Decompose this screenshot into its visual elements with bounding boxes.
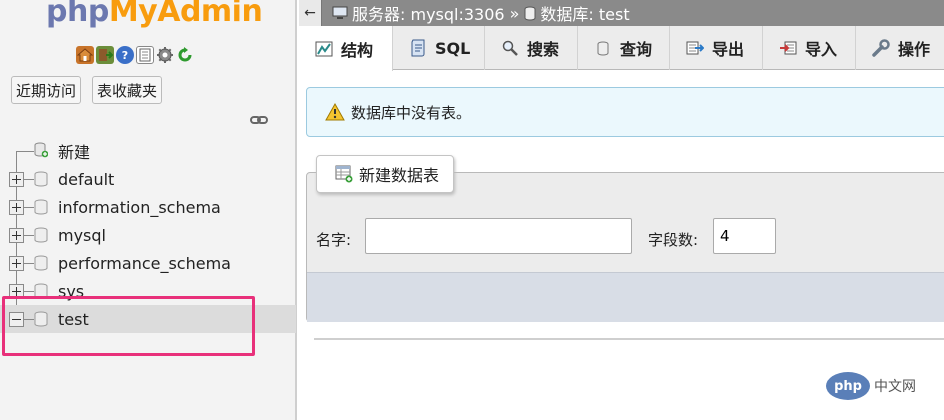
breadcrumb-database-label: 数据库: test [540,5,630,24]
notice-box: 数据库中没有表。 [306,87,944,137]
new-table-icon [335,165,353,183]
tree-item-default[interactable]: default [0,165,296,193]
tree-item-performance-schema[interactable]: performance_schema [0,249,296,277]
create-table-form: 名字: 字段数: [306,216,944,268]
tree-item-mysql[interactable]: mysql [0,221,296,249]
breadcrumb-separator: » [509,3,520,23]
tab-import[interactable]: 导入 [763,26,856,70]
server-icon [332,6,348,19]
favorite-tables-button[interactable]: 表收藏夹 [92,76,163,104]
tree-item-label: 新建 [58,143,91,162]
expand-icon[interactable] [9,228,24,243]
reload-icon[interactable] [176,46,194,64]
logo-php-text: php [46,0,109,29]
logo-myadmin-text: MyAdmin [108,0,263,29]
settings-icon[interactable] [156,46,174,64]
tree-item-label: default [58,169,115,189]
database-icon [34,199,48,215]
help-icon[interactable]: ? [116,46,134,64]
table-name-label: 名字: [316,231,352,249]
tree-item-label: information_schema [58,197,221,217]
database-icon [34,227,48,243]
query-icon [594,39,612,57]
divider [314,338,944,340]
operations-icon [872,39,890,57]
breadcrumb-server[interactable]: 服务器: mysql:3306 [332,1,505,25]
tab-bar: 结构 SQL 搜索 查询 导出 导入 操作 [299,26,944,71]
watermark-text: 中文网 [874,379,916,395]
tree-item-label: mysql [58,225,106,245]
warning-icon [325,103,345,121]
tab-label: 搜索 [527,40,560,59]
home-icon[interactable] [76,46,94,64]
tree-item-new[interactable]: 新建 [0,137,296,165]
expand-icon[interactable] [9,172,24,187]
tab-search[interactable]: 搜索 [485,26,578,70]
database-icon [34,171,48,187]
create-table-title: 新建数据表 [359,166,440,185]
column-count-label: 字段数: [648,231,699,249]
breadcrumb-bar: ← 服务器: mysql:3306 » 数据库: test [299,0,944,26]
column-count-input[interactable] [713,218,776,254]
new-database-icon [34,142,48,158]
tab-label: SQL [435,38,471,58]
sql-icon [409,39,427,57]
tab-label: 操作 [898,40,931,59]
tab-operations[interactable]: 操作 [856,26,944,70]
tab-label: 查询 [620,40,653,59]
search-icon [501,39,519,57]
watermark-logo: php [826,372,870,400]
recent-tables-button[interactable]: 近期访问 [11,76,82,104]
tree-item-information-schema[interactable]: information_schema [0,193,296,221]
annotation-highlight-box [2,296,255,356]
structure-icon [315,40,333,58]
watermark: php 中文网 [826,372,916,400]
tab-export[interactable]: 导出 [670,26,763,70]
breadcrumb-server-label: 服务器: mysql:3306 [352,5,505,24]
nav-icon-bar: ? [76,46,194,64]
import-icon [779,39,797,57]
collapse-nav-button[interactable]: ← [299,0,322,26]
tab-label: 导出 [712,40,745,59]
tree-connector [16,151,34,152]
create-table-legend[interactable]: 新建数据表 [316,155,454,193]
database-icon [34,255,48,271]
docs-icon[interactable] [136,46,154,64]
expand-icon[interactable] [9,256,24,271]
tab-query[interactable]: 查询 [578,26,670,70]
tab-structure[interactable]: 结构 [299,26,393,71]
notice-text: 数据库中没有表。 [351,103,472,122]
tree-item-label: performance_schema [58,253,231,273]
exit-icon[interactable] [96,46,114,64]
export-icon [686,39,704,57]
breadcrumb-database[interactable]: 数据库: test [524,1,630,25]
database-icon [524,6,536,20]
form-footer [307,272,944,322]
tab-label: 结构 [341,40,374,60]
table-name-input[interactable] [365,218,632,254]
tab-sql[interactable]: SQL [393,26,485,70]
expand-icon[interactable] [9,200,24,215]
phpmyadmin-logo[interactable]: phpMyAdmin [46,0,263,29]
tab-label: 导入 [805,40,838,59]
link-icon[interactable] [250,114,268,126]
